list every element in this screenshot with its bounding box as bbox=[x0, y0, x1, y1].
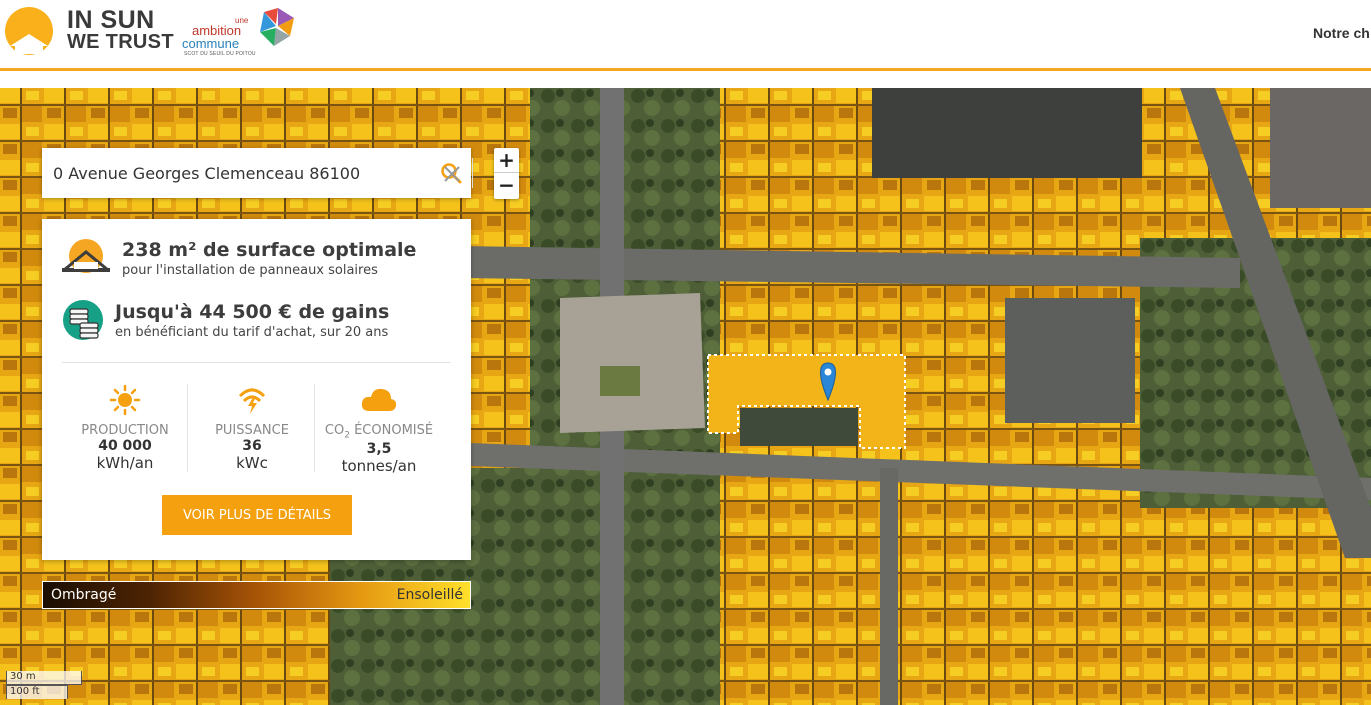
cloud-icon bbox=[361, 388, 397, 411]
stat-separator bbox=[187, 384, 188, 472]
map-scale: 30 m 100 ft bbox=[6, 671, 82, 699]
stat-puissance-value: 36 bbox=[242, 438, 262, 454]
sunshine-legend: Ombragé Ensoleillé bbox=[42, 581, 471, 609]
legend-shaded-label: Ombragé bbox=[51, 587, 117, 603]
sun-logo-icon[interactable] bbox=[4, 6, 54, 56]
stat-co2: CO2 ÉCONOMISÉ 3,5 tonnes/an bbox=[316, 384, 442, 475]
stat-production: PRODUCTION 40 000 kWh/an bbox=[62, 384, 188, 472]
stat-production-unit: kWh/an bbox=[96, 454, 154, 472]
zoom-in-button[interactable]: + bbox=[494, 148, 519, 173]
stat-production-value: 40 000 bbox=[98, 438, 152, 454]
site-header: IN SUN WE TRUST une ambition commune SCO… bbox=[0, 0, 1371, 71]
address-search-input[interactable] bbox=[42, 148, 427, 198]
header-gap bbox=[0, 74, 1371, 88]
scale-imperial: 100 ft bbox=[6, 685, 68, 699]
stat-separator bbox=[314, 384, 315, 472]
search-separator bbox=[472, 158, 473, 188]
sun-icon bbox=[109, 384, 141, 416]
zoom-out-button[interactable]: − bbox=[494, 173, 519, 198]
address-search bbox=[42, 148, 471, 198]
house-sun-icon bbox=[62, 239, 110, 273]
stat-co2-unit: tonnes/an bbox=[341, 456, 417, 475]
stat-production-label: PRODUCTION bbox=[81, 423, 169, 438]
gains-title: Jusqu'à 44 500 € de gains bbox=[115, 301, 390, 323]
power-signal-icon bbox=[238, 388, 266, 414]
stat-puissance-unit: kWc bbox=[236, 454, 268, 472]
coins-icon bbox=[63, 300, 103, 340]
gains-subtitle: en bénéficiant du tarif d'achat, sur 20 … bbox=[115, 325, 389, 340]
stat-puissance-label: PUISSANCE bbox=[215, 423, 289, 438]
brand-line-1: IN SUN bbox=[67, 6, 155, 34]
surface-subtitle: pour l'installation de panneaux solaires bbox=[122, 263, 378, 278]
scale-metric: 30 m bbox=[6, 671, 82, 685]
partner-subtitle: SCOT DU SEUIL DU POITOU bbox=[184, 51, 256, 57]
co2-prefix: CO bbox=[324, 423, 345, 438]
co2-suffix: ÉCONOMISÉ bbox=[349, 423, 434, 438]
nav-link-notre[interactable]: Notre ch bbox=[1313, 25, 1370, 41]
legend-sunny-label: Ensoleillé bbox=[396, 587, 463, 603]
surface-title: 238 m² de surface optimale bbox=[122, 239, 417, 261]
zoom-control: + − bbox=[494, 148, 519, 199]
stat-co2-value: 3,5 bbox=[366, 440, 392, 457]
brand-line-2: WE TRUST bbox=[67, 31, 174, 53]
stat-co2-label: CO2 ÉCONOMISÉ bbox=[316, 423, 442, 441]
close-icon[interactable] bbox=[442, 164, 462, 184]
solar-info-panel: 238 m² de surface optimale pour l'instal… bbox=[42, 219, 471, 560]
panel-divider bbox=[62, 362, 451, 363]
stat-puissance: PUISSANCE 36 kWc bbox=[189, 384, 315, 472]
pinwheel-icon bbox=[260, 8, 294, 46]
brand-wordmark[interactable]: IN SUN WE TRUST bbox=[67, 6, 174, 54]
partner-logo[interactable]: une ambition commune SCOT DU SEUIL DU PO… bbox=[182, 8, 297, 58]
details-button[interactable]: VOIR PLUS DE DÉTAILS bbox=[162, 495, 352, 535]
partner-commune: commune bbox=[182, 36, 240, 51]
